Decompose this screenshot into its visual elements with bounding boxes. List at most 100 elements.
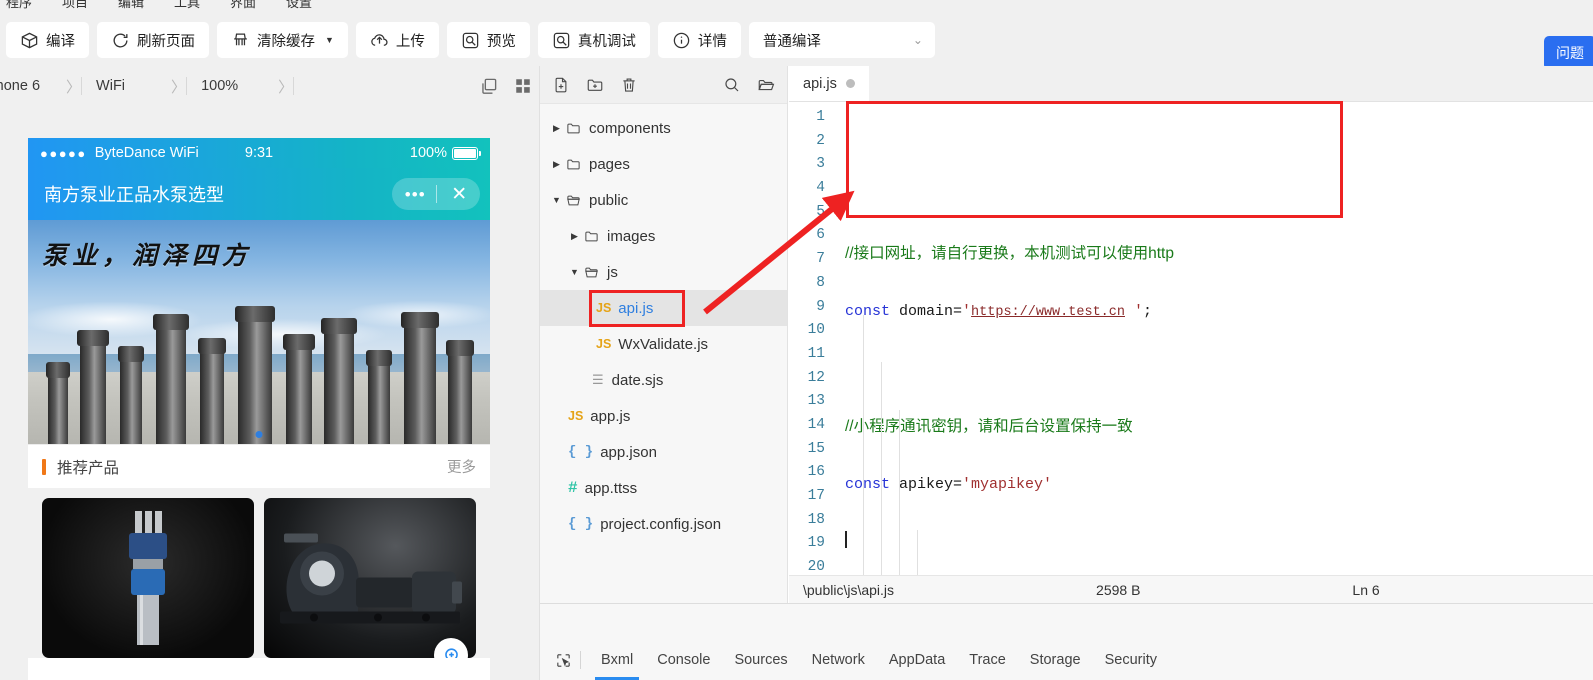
phone-screen[interactable]: ●●●●● ByteDance WiFi 9:31 100% 南方泵业正品水泵选… bbox=[28, 138, 490, 680]
devtools-tab-trace[interactable]: Trace bbox=[957, 640, 1018, 680]
unsaved-dot-icon[interactable] bbox=[846, 79, 855, 88]
tree-node-app-js[interactable]: JS app.js bbox=[540, 398, 787, 434]
line-number-gutter: 1 2 3 4 5 6 7 8 9 10 11 12 13 14 15 16 1… bbox=[789, 102, 835, 575]
json-file-icon: { } bbox=[568, 516, 593, 532]
devtools-tab-network[interactable]: Network bbox=[800, 640, 877, 680]
battery-percent-label: 100% bbox=[410, 145, 447, 161]
tree-node-app-json[interactable]: { } app.json bbox=[540, 434, 787, 470]
copy-screen-icon[interactable] bbox=[479, 77, 498, 96]
network-mode[interactable]: WiFi bbox=[96, 78, 125, 94]
menu-item-project[interactable]: 项目 bbox=[62, 0, 88, 11]
menu-item-ui[interactable]: 界面 bbox=[230, 0, 256, 11]
line-number: 2 bbox=[789, 130, 825, 154]
info-icon bbox=[672, 31, 691, 50]
devtools-tab-sources[interactable]: Sources bbox=[722, 640, 799, 680]
section-more-link[interactable]: 更多 bbox=[447, 456, 476, 477]
line-number: 18 bbox=[789, 509, 825, 533]
divider bbox=[186, 77, 187, 95]
chevron-down-icon[interactable]: ▼ bbox=[568, 267, 581, 277]
capsule-menu[interactable]: ••• ✕ bbox=[392, 178, 480, 210]
code-viewport[interactable]: 1 2 3 4 5 6 7 8 9 10 11 12 13 14 15 16 1… bbox=[789, 102, 1593, 575]
zoom-level[interactable]: 100% bbox=[201, 78, 238, 94]
upload-button[interactable]: 上传 bbox=[356, 22, 439, 58]
compile-mode-select[interactable]: 普通编译 ⌄ bbox=[749, 22, 935, 58]
chevron-down-icon: ⌄ bbox=[913, 33, 923, 47]
hero-banner[interactable]: 泵业，润泽四方 bbox=[28, 220, 490, 444]
refresh-page-button[interactable]: 刷新页面 bbox=[97, 22, 209, 58]
floating-action-button[interactable] bbox=[434, 638, 468, 658]
clear-cache-button[interactable]: 清除缓存 ▼ bbox=[217, 22, 348, 58]
tree-node-label: project.config.json bbox=[600, 516, 721, 533]
tree-node-label: js bbox=[607, 264, 618, 281]
folder-open-icon bbox=[581, 265, 601, 280]
horizontal-pump-image bbox=[270, 516, 470, 641]
refresh-page-label: 刷新页面 bbox=[137, 30, 195, 51]
tree-node-js[interactable]: ▼ js bbox=[540, 254, 787, 290]
element-picker-icon[interactable] bbox=[548, 652, 578, 669]
menu-item-settings[interactable]: 设置 bbox=[286, 0, 312, 11]
device-debug-button[interactable]: 真机调试 bbox=[538, 22, 650, 58]
tree-node-api-js[interactable]: JS api.js bbox=[540, 290, 787, 326]
product-card[interactable] bbox=[264, 498, 476, 658]
ttss-file-icon: # bbox=[568, 479, 578, 497]
tree-node-project-config-json[interactable]: { } project.config.json bbox=[540, 506, 787, 542]
menu-item-edit[interactable]: 编辑 bbox=[118, 0, 144, 11]
device-name[interactable]: Phone 6 bbox=[0, 78, 40, 94]
tree-node-components[interactable]: ▶ components bbox=[540, 110, 787, 146]
menu-item-program[interactable]: 程序 bbox=[6, 0, 32, 11]
js-file-icon: JS bbox=[568, 409, 583, 423]
feedback-button[interactable]: 问题 bbox=[1544, 36, 1593, 70]
line-number: 15 bbox=[789, 438, 825, 462]
carousel-indicator bbox=[256, 431, 263, 438]
line-number: 13 bbox=[789, 390, 825, 414]
upload-cloud-icon bbox=[370, 31, 389, 50]
editor-status-bar: \public\js\api.js 2598 B Ln 6 Co bbox=[789, 575, 1593, 603]
device-debug-label: 真机调试 bbox=[578, 30, 636, 51]
line-number: 6 bbox=[789, 224, 825, 248]
chevron-right-icon[interactable]: ▶ bbox=[568, 231, 581, 242]
code-text[interactable]: //接口网址，请自行更换，本机测试可以使用http const domain='… bbox=[835, 102, 1593, 575]
compile-mode-value: 普通编译 bbox=[763, 30, 821, 51]
new-folder-icon[interactable] bbox=[586, 76, 604, 94]
line-number: 1 bbox=[789, 106, 825, 130]
file-explorer: ▶ components ▶ pages ▼ public bbox=[540, 66, 788, 603]
search-icon[interactable] bbox=[723, 76, 741, 94]
tree-node-images[interactable]: ▶ images bbox=[540, 218, 787, 254]
devtools-tab-console[interactable]: Console bbox=[645, 640, 722, 680]
chevron-right-icon: 〉 bbox=[171, 76, 186, 97]
chevron-right-icon[interactable]: ▶ bbox=[550, 123, 563, 134]
open-folder-icon[interactable] bbox=[757, 76, 775, 94]
menu-item-tools[interactable]: 工具 bbox=[174, 0, 200, 11]
more-icon[interactable]: ••• bbox=[405, 186, 426, 203]
preview-button[interactable]: 预览 bbox=[447, 22, 530, 58]
devtools-tab-storage[interactable]: Storage bbox=[1018, 640, 1093, 680]
product-card[interactable] bbox=[42, 498, 254, 658]
preview-search-icon bbox=[461, 31, 480, 50]
line-number: 20 bbox=[789, 556, 825, 575]
simulator-panel: ●●●●● ByteDance WiFi 9:31 100% 南方泵业正品水泵选… bbox=[0, 106, 540, 680]
tree-node-date-sjs[interactable]: ☰ date.sjs bbox=[540, 362, 787, 398]
devtools-tab-security[interactable]: Security bbox=[1093, 640, 1169, 680]
details-button[interactable]: 详情 bbox=[658, 22, 741, 58]
line-number: 14 bbox=[789, 414, 825, 438]
tree-node-label: WxValidate.js bbox=[618, 336, 708, 353]
delete-icon[interactable] bbox=[620, 76, 638, 94]
chevron-right-icon[interactable]: ▶ bbox=[550, 159, 563, 170]
tree-node-wxvalidate-js[interactable]: JS WxValidate.js bbox=[540, 326, 787, 362]
new-file-icon[interactable] bbox=[552, 76, 570, 94]
refresh-icon bbox=[111, 31, 130, 50]
section-header: 推荐产品 更多 bbox=[28, 444, 490, 488]
grid-layout-icon[interactable] bbox=[514, 77, 532, 95]
tree-node-pages[interactable]: ▶ pages bbox=[540, 146, 787, 182]
file-path-label: \public\js\api.js bbox=[795, 582, 902, 598]
devtools-tab-appdata[interactable]: AppData bbox=[877, 640, 957, 680]
tree-node-public[interactable]: ▼ public bbox=[540, 182, 787, 218]
vertical-pump-image bbox=[93, 503, 203, 653]
close-icon[interactable]: ✕ bbox=[451, 185, 467, 204]
compile-button[interactable]: 编译 bbox=[6, 22, 89, 58]
devtools-tab-bxml[interactable]: Bxml bbox=[589, 640, 645, 680]
editor-tab-api-js[interactable]: api.js bbox=[789, 66, 869, 101]
tree-node-app-ttss[interactable]: # app.ttss bbox=[540, 470, 787, 506]
chevron-down-icon[interactable]: ▼ bbox=[550, 195, 563, 205]
line-number: 8 bbox=[789, 272, 825, 296]
